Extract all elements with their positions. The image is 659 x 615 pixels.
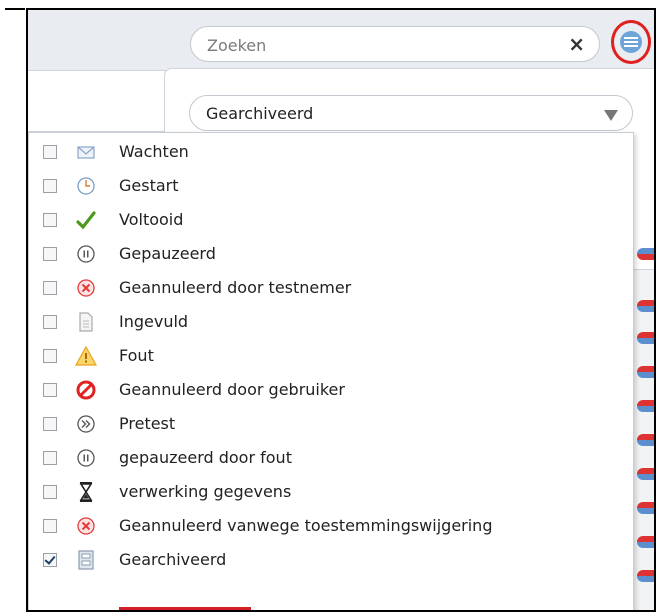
checkbox[interactable] — [43, 383, 57, 397]
row-indicators — [633, 248, 654, 610]
checkbox[interactable] — [43, 281, 57, 295]
left-panel — [28, 71, 164, 132]
row-indicator — [637, 400, 654, 412]
cancel-circle-icon — [77, 517, 95, 535]
row-indicator — [637, 332, 654, 344]
warning-icon — [75, 345, 97, 366]
status-option-wachten[interactable]: Wachten — [29, 135, 629, 169]
status-option-geannuleerd-vanwege-toestemmingswijgering[interactable]: Geannuleerd vanwege toestemmingswijgerin… — [29, 509, 629, 543]
status-option-verwerking-gegevens[interactable]: verwerking gegevens — [29, 475, 629, 509]
checkbox-checked[interactable] — [43, 553, 57, 567]
row-indicator — [637, 248, 654, 260]
checkmark-icon — [76, 211, 96, 230]
app-window: × Gearchiveerd Wachten — [26, 8, 656, 612]
prohibited-icon — [76, 380, 96, 400]
search-box[interactable]: × — [190, 26, 600, 62]
checkbox[interactable] — [43, 179, 57, 193]
status-option-fout[interactable]: Fout — [29, 339, 629, 373]
status-option-voltooid[interactable]: Voltooid — [29, 203, 629, 237]
status-option-gearchiveerd[interactable]: Gearchiveerd — [29, 543, 629, 577]
selected-highlight-underline — [119, 607, 251, 610]
checkbox[interactable] — [43, 485, 57, 499]
status-option-gepauzeerd[interactable]: Gepauzeerd — [29, 237, 629, 271]
checkbox[interactable] — [43, 315, 57, 329]
pause-icon — [77, 449, 95, 467]
checkbox[interactable] — [43, 247, 57, 261]
status-option-ingevuld[interactable]: Ingevuld — [29, 305, 629, 339]
document-icon — [79, 312, 93, 332]
hamburger-icon — [620, 31, 642, 53]
clock-icon — [77, 177, 95, 195]
checkbox[interactable] — [43, 349, 57, 363]
row-indicator — [637, 570, 654, 582]
status-option-geannuleerd-door-testnemer[interactable]: Geannuleerd door testnemer — [29, 271, 629, 305]
window-edge-line — [5, 8, 25, 10]
clear-search-icon[interactable]: × — [568, 33, 585, 55]
row-indicator — [637, 300, 654, 312]
checkbox[interactable] — [43, 145, 57, 159]
checkbox[interactable] — [43, 451, 57, 465]
fast-forward-icon — [77, 415, 95, 433]
chevron-down-icon — [604, 110, 618, 121]
status-dropdown-list: Wachten Gestart Voltooid Gepauzeerd Gean… — [28, 132, 634, 610]
checkbox[interactable] — [43, 213, 57, 227]
search-input[interactable] — [205, 33, 549, 57]
status-filter-value: Gearchiveerd — [206, 104, 314, 123]
row-indicator — [637, 502, 654, 514]
status-filter-select[interactable]: Gearchiveerd — [189, 95, 633, 131]
menu-button[interactable] — [611, 20, 651, 64]
checkbox[interactable] — [43, 417, 57, 431]
envelope-icon — [77, 146, 95, 159]
pause-icon — [77, 245, 95, 263]
row-indicator — [637, 434, 654, 446]
top-bar: × — [28, 10, 654, 71]
row-indicator — [637, 366, 654, 378]
archive-icon — [78, 550, 94, 570]
hourglass-icon — [79, 482, 93, 502]
status-option-gepauzeerd-door-fout[interactable]: gepauzeerd door fout — [29, 441, 629, 475]
cancel-circle-icon — [77, 279, 95, 297]
checkbox[interactable] — [43, 519, 57, 533]
row-indicator — [637, 536, 654, 548]
status-option-pretest[interactable]: Pretest — [29, 407, 629, 441]
row-indicator — [637, 468, 654, 480]
status-option-geannuleerd-door-gebruiker[interactable]: Geannuleerd door gebruiker — [29, 373, 629, 407]
status-option-gestart[interactable]: Gestart — [29, 169, 629, 203]
